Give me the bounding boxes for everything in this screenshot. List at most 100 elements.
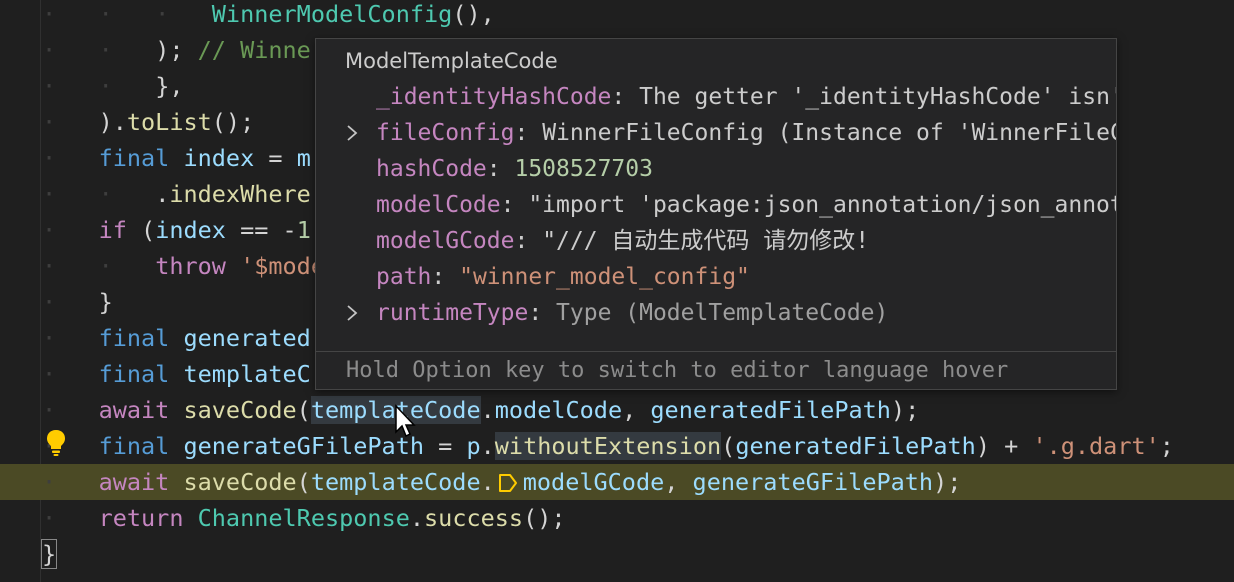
code-token: modelGCode bbox=[522, 468, 665, 496]
hover-property-text: hashCode: 1508527703 bbox=[376, 151, 653, 187]
hover-property-path[interactable]: path: "winner_model_config" bbox=[316, 259, 1116, 295]
property-value: WinnerFileConfig (Instance of 'WinnerFil… bbox=[542, 120, 1117, 146]
code-line-content: · if (index == -1 bbox=[42, 212, 311, 248]
code-editor[interactable]: · · · WinnerModelConfig(), · · ); // Winn… bbox=[0, 0, 1234, 582]
code-line[interactable]: } bbox=[0, 536, 1234, 572]
hover-footer-hint: Hold Option key to switch to editor lang… bbox=[346, 358, 1009, 383]
property-name: path bbox=[376, 264, 432, 290]
code-token: ) + bbox=[975, 432, 1033, 460]
property-value: "/// 自动生成代码 请勿修改! bbox=[542, 228, 870, 254]
code-token: , bbox=[664, 468, 693, 496]
code-token: m bbox=[296, 144, 311, 172]
indent-guide: · bbox=[42, 108, 99, 136]
code-line-content: · await saveCode(templateCode.modelCode,… bbox=[42, 392, 919, 428]
code-line[interactable]: · · · WinnerModelConfig(), bbox=[0, 0, 1234, 32]
code-token: ( bbox=[721, 432, 736, 460]
code-line-content: · · ); // Winne bbox=[42, 32, 311, 68]
property-value: "import 'package:json_annotation/json_an… bbox=[528, 192, 1117, 218]
code-token: , bbox=[622, 396, 651, 424]
code-line-content: · return ChannelResponse.success(); bbox=[42, 500, 566, 536]
hover-property-modelcode[interactable]: modelCode: "import 'package:json_annotat… bbox=[316, 187, 1116, 223]
code-line[interactable]: · await saveCode(templateCode.modelCode,… bbox=[0, 392, 1234, 428]
code-line-content: · } bbox=[42, 284, 113, 320]
code-line-content: · · .indexWhere bbox=[42, 176, 311, 212]
hover-property-fileconfig[interactable]: fileConfig: WinnerFileConfig (Instance o… bbox=[316, 115, 1116, 151]
property-value: Type (ModelTemplateCode) bbox=[556, 300, 889, 326]
code-token: templateCode bbox=[310, 468, 481, 496]
code-token: templateC bbox=[183, 360, 311, 388]
property-name: hashCode bbox=[376, 156, 487, 182]
code-token: ( bbox=[141, 216, 156, 244]
code-token: }, bbox=[155, 72, 184, 100]
indent-guide: · · bbox=[42, 72, 156, 100]
hover-property-hashcode[interactable]: hashCode: 1508527703 bbox=[316, 151, 1116, 187]
property-name: runtimeType bbox=[376, 300, 529, 326]
property-name: modelGCode bbox=[376, 228, 515, 254]
hover-property-identityhashcode[interactable]: _identityHashCode: The getter '_identity… bbox=[316, 79, 1116, 115]
chevron-right-icon[interactable] bbox=[342, 115, 362, 151]
code-token: generatedFilePath bbox=[735, 432, 976, 460]
hover-property-text: modelCode: "import 'package:json_annotat… bbox=[376, 187, 1117, 223]
code-token: ). bbox=[98, 108, 127, 136]
code-token: . bbox=[480, 468, 495, 496]
code-token: WinnerModelConfig bbox=[211, 0, 453, 28]
debug-hover-widget[interactable]: ModelTemplateCode _identityHashCode: The… bbox=[315, 38, 1117, 390]
property-colon: : bbox=[486, 156, 515, 182]
code-token: . bbox=[155, 180, 170, 208]
hover-property-runtimetype[interactable]: runtimeType: Type (ModelTemplateCode) bbox=[316, 295, 1116, 331]
indent-guide: · · bbox=[42, 36, 156, 64]
code-line-content: } bbox=[40, 536, 58, 572]
code-token: ); bbox=[890, 396, 920, 424]
property-colon: : bbox=[431, 264, 460, 290]
code-token: ); bbox=[933, 468, 962, 496]
code-line-content: · await saveCode(templateCode. modelGCode… bbox=[42, 464, 961, 500]
hover-property-text: path: "winner_model_config" bbox=[376, 259, 750, 295]
code-token: saveCode bbox=[183, 396, 297, 424]
property-name: _identityHashCode bbox=[376, 84, 612, 110]
lightbulb-icon[interactable] bbox=[44, 428, 68, 458]
indent-guide: · bbox=[42, 396, 99, 424]
property-colon: : bbox=[514, 228, 543, 254]
code-token: (); bbox=[211, 108, 255, 136]
code-token: withoutExtension bbox=[494, 432, 722, 460]
indent-guide: · bbox=[42, 324, 99, 352]
indent-guide: · · bbox=[42, 180, 156, 208]
hover-property-text: runtimeType: Type (ModelTemplateCode) bbox=[376, 295, 888, 331]
code-token: . bbox=[480, 432, 495, 460]
hover-property-modelgcode[interactable]: modelGCode: "/// 自动生成代码 请勿修改! bbox=[316, 223, 1116, 259]
property-colon: : bbox=[514, 120, 543, 146]
code-token: generatedFilePath bbox=[650, 396, 891, 424]
code-token: final bbox=[98, 432, 184, 460]
code-token: // Winne bbox=[197, 36, 311, 64]
code-line[interactable]: · final generateGFilePath = p.withoutExt… bbox=[0, 428, 1234, 464]
code-token: success bbox=[424, 504, 524, 532]
code-token: } bbox=[40, 539, 58, 569]
code-token: . bbox=[480, 396, 495, 424]
code-token: (); bbox=[523, 504, 566, 532]
hover-property-text: modelGCode: "/// 自动生成代码 请勿修改! bbox=[376, 223, 869, 259]
code-token: ; bbox=[1159, 432, 1174, 460]
property-colon: : bbox=[528, 300, 557, 326]
property-name: fileConfig bbox=[376, 120, 515, 146]
code-token: if bbox=[98, 216, 142, 244]
code-token: p bbox=[466, 432, 481, 460]
property-colon: : bbox=[500, 192, 529, 218]
indent-guide: · bbox=[42, 468, 99, 496]
code-token: saveCode bbox=[183, 468, 297, 496]
chevron-right-icon[interactable] bbox=[342, 295, 362, 331]
code-token: ChannelResponse bbox=[197, 504, 410, 532]
indent-guide: · bbox=[42, 360, 99, 388]
code-token: = bbox=[424, 432, 467, 460]
code-token: generateGFilePath bbox=[692, 468, 934, 496]
indent-guide: · bbox=[42, 504, 99, 532]
code-line[interactable]: · return ChannelResponse.success(); bbox=[0, 500, 1234, 536]
code-token: generateGFilePath bbox=[183, 432, 425, 460]
code-line-content: · final generateGFilePath = p.withoutExt… bbox=[42, 428, 1174, 464]
code-line[interactable]: · await saveCode(templateCode. modelGCode… bbox=[0, 464, 1234, 500]
code-line-content: · · · WinnerModelConfig(), bbox=[42, 0, 495, 32]
hover-title: ModelTemplateCode bbox=[345, 49, 558, 73]
code-token: index bbox=[155, 216, 226, 244]
debug-stackframe-icon[interactable] bbox=[497, 472, 519, 494]
code-token: 1 bbox=[296, 216, 311, 244]
code-token: final bbox=[98, 144, 184, 172]
